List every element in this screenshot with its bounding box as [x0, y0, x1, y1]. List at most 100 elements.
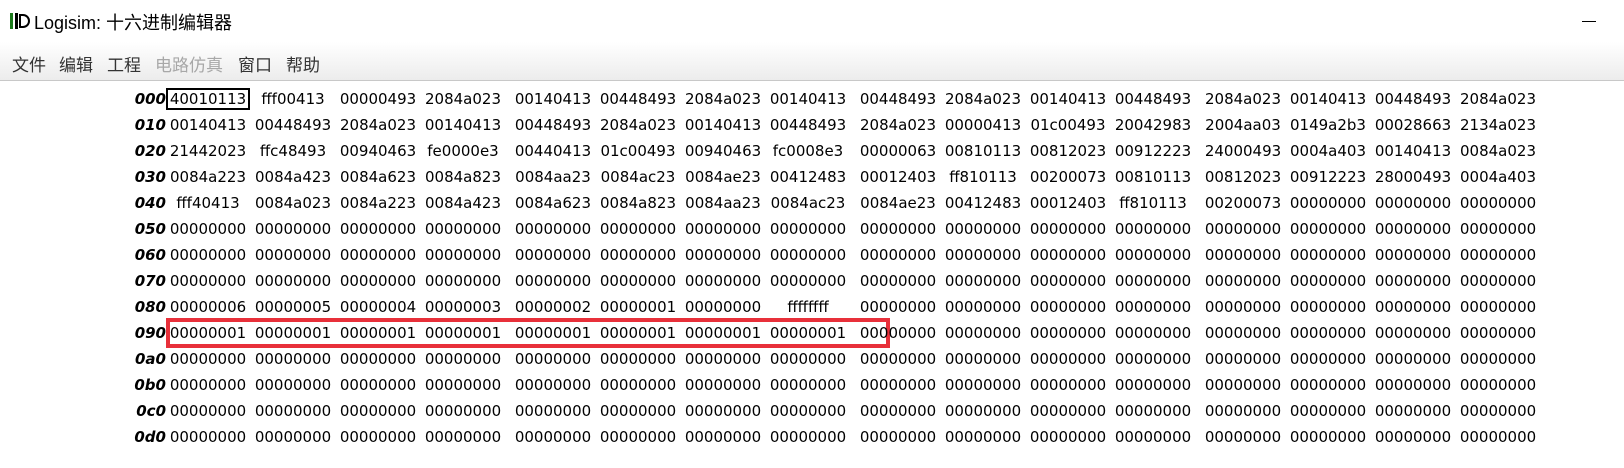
hex-cell[interactable]: 2084a023	[596, 114, 680, 136]
hex-cell[interactable]: 00000000	[1111, 244, 1195, 266]
hex-cell[interactable]: 2084a023	[1201, 88, 1285, 110]
hex-cell[interactable]: 00000000	[856, 374, 940, 396]
hex-cell[interactable]: 00140413	[1026, 88, 1110, 110]
hex-cell[interactable]: 00000000	[1286, 322, 1370, 344]
hex-cell[interactable]: 00000000	[1456, 400, 1540, 422]
hex-cell[interactable]: 00000000	[1201, 374, 1285, 396]
hex-cell[interactable]: 00000000	[421, 400, 505, 422]
hex-cell[interactable]: 28000493	[1371, 166, 1455, 188]
hex-cell[interactable]: 00000000	[1201, 348, 1285, 370]
hex-cell[interactable]: 00000000	[766, 348, 850, 370]
hex-cell[interactable]: 00140413	[421, 114, 505, 136]
hex-cell[interactable]: 00000000	[421, 348, 505, 370]
hex-cell[interactable]: 00000000	[1026, 218, 1110, 240]
hex-cell[interactable]: 00000000	[336, 348, 420, 370]
hex-cell[interactable]: 00000063	[856, 140, 940, 162]
hex-cell[interactable]: 00000000	[681, 426, 765, 448]
hex-cell[interactable]: 00000000	[856, 244, 940, 266]
menu-project[interactable]: 工程	[107, 51, 141, 76]
hex-cell[interactable]: 00000000	[1026, 374, 1110, 396]
hex-cell[interactable]: 00000000	[1111, 296, 1195, 318]
hex-cell[interactable]: 00000006	[166, 296, 250, 318]
hex-cell[interactable]: 00000000	[681, 244, 765, 266]
hex-cell[interactable]: 00000001	[421, 322, 505, 344]
hex-cell[interactable]: 2084a023	[336, 114, 420, 136]
hex-cell[interactable]: 00000493	[336, 88, 420, 110]
hex-cell[interactable]: 00812023	[1201, 166, 1285, 188]
hex-cell[interactable]: 0084ae23	[856, 192, 940, 214]
hex-cell[interactable]: 00000000	[1371, 244, 1455, 266]
hex-cell[interactable]: 00000000	[1456, 244, 1540, 266]
hex-cell[interactable]: 00000000	[166, 218, 250, 240]
hex-cell[interactable]: 00000000	[1371, 322, 1455, 344]
hex-cell[interactable]: 00000000	[511, 244, 595, 266]
hex-cell[interactable]: 00012403	[856, 166, 940, 188]
hex-cell[interactable]: 00000000	[336, 374, 420, 396]
hex-cell[interactable]: 00000000	[766, 244, 850, 266]
hex-cell[interactable]: 0084a823	[421, 166, 505, 188]
hex-cell[interactable]: 00940463	[681, 140, 765, 162]
hex-cell[interactable]: 00000000	[941, 374, 1025, 396]
hex-cell[interactable]: 0084ac23	[596, 166, 680, 188]
hex-cell[interactable]: 00000000	[511, 218, 595, 240]
hex-cell[interactable]: 00000000	[1111, 218, 1195, 240]
hex-cell[interactable]: 2084a023	[681, 88, 765, 110]
hex-cell[interactable]: 00140413	[681, 114, 765, 136]
hex-cell[interactable]: 00000000	[1201, 244, 1285, 266]
hex-cell[interactable]: 00000001	[251, 322, 335, 344]
hex-cell[interactable]: 00000000	[1201, 218, 1285, 240]
minimize-icon[interactable]	[1568, 6, 1612, 36]
hex-cell[interactable]: 00000000	[941, 244, 1025, 266]
hex-cell[interactable]: 00448493	[596, 88, 680, 110]
hex-cell[interactable]: 00000000	[511, 270, 595, 292]
hex-cell[interactable]: 00448493	[1111, 88, 1195, 110]
hex-cell[interactable]: 00000000	[1456, 348, 1540, 370]
hex-cell-selected[interactable]: 40010113	[166, 88, 250, 110]
hex-cell[interactable]: 00448493	[251, 114, 335, 136]
hex-cell[interactable]: 00000000	[941, 426, 1025, 448]
hex-cell[interactable]: 00000000	[1111, 270, 1195, 292]
hex-cell[interactable]: 01c00493	[596, 140, 680, 162]
hex-cell[interactable]: 0084ac23	[766, 192, 850, 214]
hex-cell[interactable]: 00000000	[941, 218, 1025, 240]
hex-cell[interactable]: 00000000	[681, 218, 765, 240]
hex-cell[interactable]: 00000000	[766, 218, 850, 240]
hex-cell[interactable]: 00000000	[596, 400, 680, 422]
hex-cell[interactable]: 00000000	[1371, 192, 1455, 214]
hex-cell[interactable]: 00000000	[336, 244, 420, 266]
hex-cell[interactable]: 00000000	[1371, 348, 1455, 370]
hex-cell[interactable]: 0149a2b3	[1286, 114, 1370, 136]
hex-cell[interactable]: 00000000	[596, 244, 680, 266]
hex-cell[interactable]: 00000000	[421, 374, 505, 396]
hex-cell[interactable]: 00200073	[1026, 166, 1110, 188]
hex-cell[interactable]: ffc48493	[251, 140, 335, 162]
hex-cell[interactable]: 00000000	[421, 426, 505, 448]
hex-cell[interactable]: 00000000	[251, 270, 335, 292]
hex-cell[interactable]: 00000000	[336, 426, 420, 448]
hex-cell[interactable]: 2084a023	[1456, 88, 1540, 110]
hex-cell[interactable]: 2084a023	[856, 114, 940, 136]
hex-cell[interactable]: 00000000	[1026, 400, 1110, 422]
hex-cell[interactable]: fff40413	[166, 192, 250, 214]
hex-cell[interactable]: 21442023	[166, 140, 250, 162]
hex-cell[interactable]: 00000000	[1286, 348, 1370, 370]
hex-cell[interactable]: 00000000	[251, 374, 335, 396]
hex-cell[interactable]: 00000000	[1371, 374, 1455, 396]
hex-cell[interactable]: 00000000	[1371, 426, 1455, 448]
hex-cell[interactable]: 00000000	[1456, 192, 1540, 214]
hex-cell[interactable]: 00000003	[421, 296, 505, 318]
hex-cell[interactable]: 00000000	[941, 296, 1025, 318]
menu-edit[interactable]: 编辑	[59, 51, 93, 76]
menu-window[interactable]: 窗口	[238, 51, 272, 76]
hex-cell[interactable]: 00000000	[1201, 426, 1285, 448]
hex-cell[interactable]: 00000000	[766, 400, 850, 422]
hex-cell[interactable]: 00000000	[251, 426, 335, 448]
hex-cell[interactable]: 00000000	[1456, 218, 1540, 240]
hex-cell[interactable]: 00448493	[511, 114, 595, 136]
hex-cell[interactable]: 00000000	[856, 348, 940, 370]
hex-cell[interactable]: 20042983	[1111, 114, 1195, 136]
hex-cell[interactable]: 00028663	[1371, 114, 1455, 136]
hex-cell[interactable]: 00448493	[766, 114, 850, 136]
hex-cell[interactable]: 00000000	[1286, 426, 1370, 448]
hex-cell[interactable]: 00000000	[421, 218, 505, 240]
